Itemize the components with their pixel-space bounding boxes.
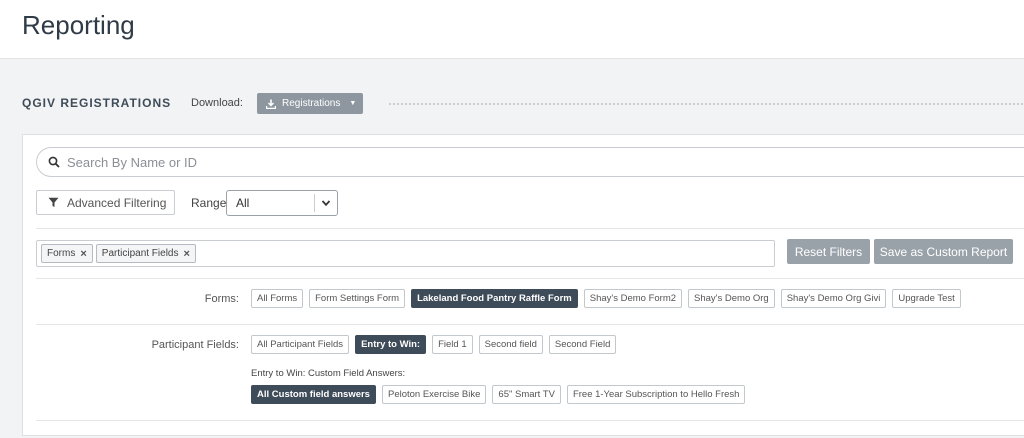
range-value: All (236, 196, 250, 210)
participant-field-option[interactable]: Field 1 (432, 335, 473, 354)
section-header: QGIV REGISTRATIONS Download: Registratio… (22, 92, 1024, 116)
divider (36, 228, 1024, 229)
divider (36, 324, 1024, 325)
divider (36, 420, 1024, 421)
search-input[interactable] (67, 154, 967, 170)
select-divider (314, 194, 315, 212)
custom-answers-options: All Custom field answers Peloton Exercis… (251, 385, 746, 404)
form-option-selected[interactable]: Lakeland Food Pantry Raffle Form (411, 289, 578, 308)
range-select[interactable]: All (226, 190, 338, 216)
form-option[interactable]: Shay's Demo Org (688, 289, 775, 308)
page-header: Reporting (0, 0, 1024, 59)
custom-answers-label: Entry to Win: Custom Field Answers: (251, 368, 406, 379)
custom-answer-option[interactable]: Peloton Exercise Bike (381, 385, 487, 404)
remove-tag-icon[interactable]: × (80, 248, 86, 260)
chevron-down-icon (321, 200, 331, 207)
download-icon (266, 99, 276, 109)
download-registrations-button[interactable]: Registrations ▼ (257, 93, 363, 114)
save-custom-report-button[interactable]: Save as Custom Report (874, 239, 1013, 264)
filter-tag-participant-fields: Participant Fields × (95, 244, 196, 263)
remove-tag-icon[interactable]: × (183, 248, 189, 260)
participant-field-option[interactable]: Second Field (548, 335, 617, 354)
participant-fields-label: Participant Fields: (151, 339, 239, 351)
form-option[interactable]: All Forms (251, 289, 304, 308)
custom-answer-option[interactable]: 65" Smart TV (492, 385, 561, 404)
form-option[interactable]: Form Settings Form (309, 289, 406, 308)
section-title: QGIV REGISTRATIONS (22, 96, 172, 110)
filter-tag-label: Forms (47, 248, 76, 259)
filter-tag-forms: Forms × (41, 244, 93, 263)
download-button-label: Registrations (282, 98, 341, 109)
forms-label: Forms: (204, 293, 239, 305)
forms-options: All Forms Form Settings Form Lakeland Fo… (251, 289, 961, 308)
reset-filters-button[interactable]: Reset Filters (787, 239, 870, 264)
search-icon (48, 156, 60, 168)
download-label: Download: (191, 97, 243, 109)
custom-answer-option[interactable]: Free 1-Year Subscription to Hello Fresh (566, 385, 746, 404)
advanced-filtering-label: Advanced Filtering (67, 195, 167, 210)
divider (36, 278, 1024, 279)
caret-down-icon: ▼ (349, 100, 357, 107)
report-panel: Advanced Filtering Range All Forms × Par… (22, 134, 1024, 436)
form-option[interactable]: Upgrade Test (892, 289, 961, 308)
search-bar (36, 147, 1024, 177)
range-label: Range (191, 196, 227, 210)
participant-field-option[interactable]: Second field (478, 335, 543, 354)
dotted-divider (388, 102, 1024, 106)
participant-fields-options: All Participant Fields Entry to Win: Fie… (251, 335, 617, 354)
filter-icon (48, 197, 59, 207)
form-option[interactable]: Shay's Demo Form2 (583, 289, 683, 308)
custom-answer-option-selected[interactable]: All Custom field answers (251, 385, 376, 404)
page-title: Reporting (22, 10, 135, 40)
participant-field-option-selected[interactable]: Entry to Win: (355, 335, 427, 354)
filter-tag-label: Participant Fields (101, 248, 179, 259)
active-filters-box[interactable]: Forms × Participant Fields × (36, 240, 775, 267)
advanced-filtering-button[interactable]: Advanced Filtering (36, 190, 175, 215)
participant-field-option[interactable]: All Participant Fields (251, 335, 350, 354)
form-option[interactable]: Shay's Demo Org Givi (780, 289, 887, 308)
